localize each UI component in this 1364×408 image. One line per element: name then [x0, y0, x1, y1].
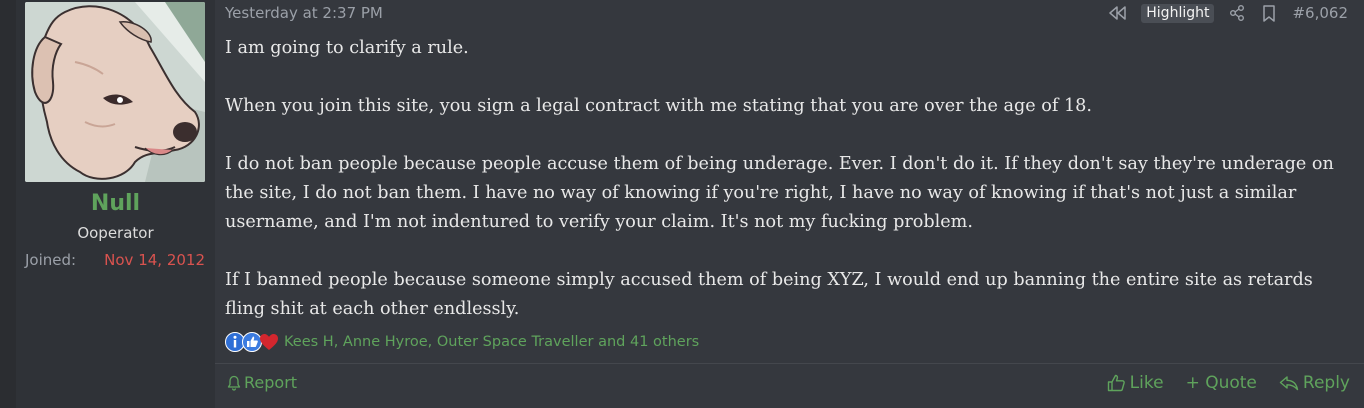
joined-date: Nov 14, 2012 — [104, 251, 205, 269]
report-button[interactable]: Report — [227, 373, 297, 392]
footer-divider — [215, 363, 1364, 364]
heart-icon[interactable] — [259, 332, 279, 352]
post-body: I am going to clarify a rule. When you j… — [225, 34, 1345, 324]
post-paragraph: If I banned people because someone simpl… — [225, 270, 1313, 319]
username[interactable]: Null — [16, 191, 215, 216]
reactions-bar: Kees H, Anne Hyroe, Outer Space Travelle… — [225, 331, 699, 353]
post-main: Yesterday at 2:37 PM Highlight #6,062 I … — [215, 0, 1364, 408]
message-post: Null Ooperator Joined: Nov 14, 2012 Yest… — [16, 0, 1364, 408]
reply-label: Reply — [1302, 373, 1350, 393]
reply-icon — [1279, 376, 1299, 391]
share-icon[interactable] — [1228, 4, 1246, 22]
user-info-panel: Null Ooperator Joined: Nov 14, 2012 — [16, 0, 215, 408]
quote-button[interactable]: + Quote — [1186, 373, 1257, 393]
post-timestamp[interactable]: Yesterday at 2:37 PM — [225, 4, 383, 22]
reaction-users-link[interactable]: Kees H, Anne Hyroe, Outer Space Travelle… — [284, 334, 699, 350]
joined-label: Joined: — [25, 251, 77, 269]
report-label: Report — [244, 373, 298, 392]
highlight-button[interactable]: Highlight — [1141, 3, 1215, 23]
quote-label: + Quote — [1185, 373, 1257, 393]
like-label: Like — [1129, 373, 1164, 393]
post-actions: Like + Quote Reply — [1107, 373, 1350, 393]
post-paragraph: I do not ban people because people accus… — [225, 154, 1334, 232]
user-title: Ooperator — [77, 224, 154, 242]
bookmark-icon[interactable] — [1260, 4, 1278, 22]
post-paragraph: When you join this site, you sign a lega… — [225, 96, 1092, 116]
post-tools: Highlight #6,062 — [1109, 2, 1348, 24]
post-number-link[interactable]: #6,062 — [1292, 4, 1348, 22]
reply-button[interactable]: Reply — [1279, 373, 1350, 393]
rewind-icon[interactable] — [1109, 4, 1127, 22]
avatar[interactable] — [25, 2, 205, 182]
thumbs-up-icon — [1107, 374, 1125, 392]
bell-icon — [227, 375, 241, 391]
post-paragraph: I am going to clarify a rule. — [225, 38, 469, 58]
dog-avatar-illustration — [25, 2, 205, 182]
like-button[interactable]: Like — [1107, 373, 1164, 393]
